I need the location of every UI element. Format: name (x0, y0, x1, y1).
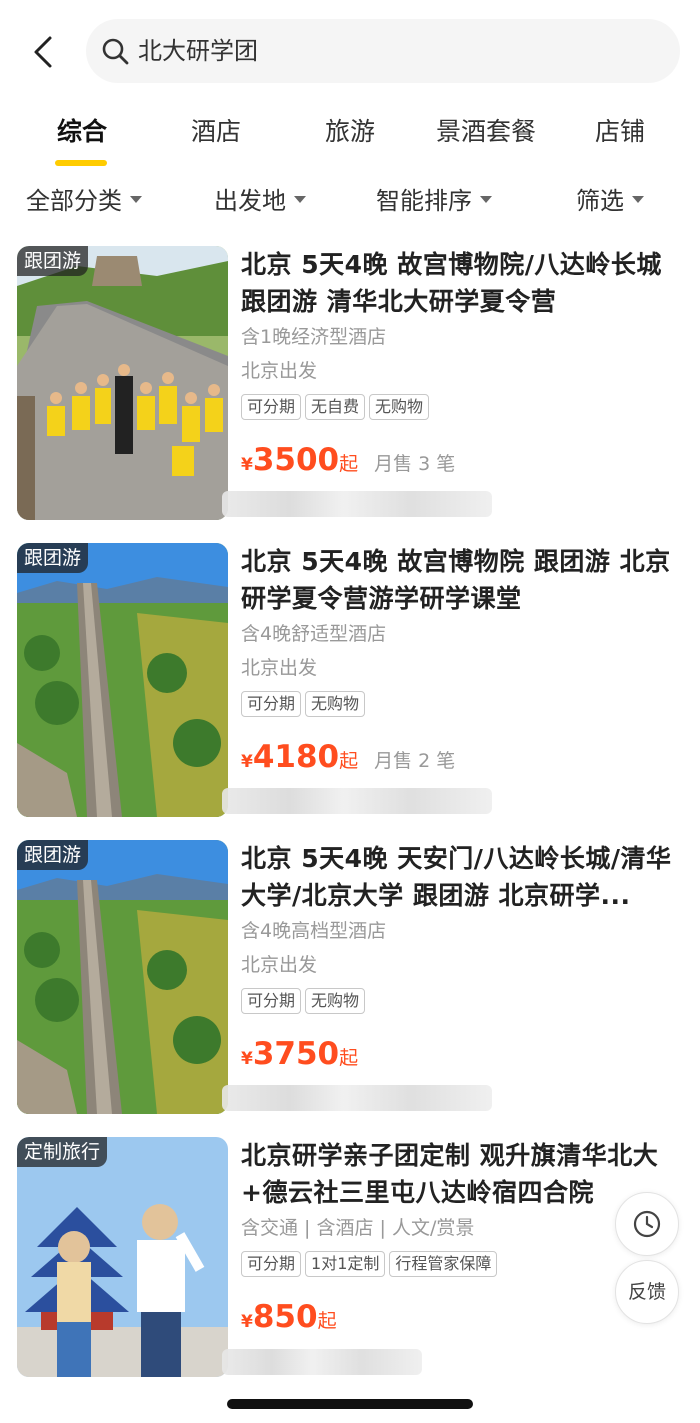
tab-hotel[interactable]: 酒店 (174, 108, 258, 168)
product-departure: 北京出发 (241, 360, 318, 382)
product-card[interactable]: 跟团游 北京 5天4晚 天安门/八达岭长城/清华大学/北京大学 跟团游 北京研学… (0, 840, 700, 1120)
tag-chip: 1对1定制 (305, 1251, 386, 1277)
category-tabs: 综合 酒店 旅游 景酒套餐 店铺 (0, 108, 700, 168)
filter-category[interactable]: 全部分类 (26, 178, 142, 224)
product-tags: 可分期 无自费 无购物 (241, 394, 681, 422)
filter-category-label: 全部分类 (26, 187, 122, 215)
temple-of-heaven-photo (17, 1137, 228, 1377)
price-suffix: 起 (317, 1310, 337, 1332)
tag-chip: 可分期 (241, 988, 302, 1014)
currency-symbol: ¥ (241, 752, 253, 772)
tag-chip: 无购物 (305, 691, 366, 717)
price-row: ¥4180起 月售 2 笔 (241, 739, 455, 783)
price-suffix: 起 (339, 1047, 359, 1069)
tag-chip: 无购物 (305, 988, 366, 1014)
filter-screen-label: 筛选 (576, 187, 624, 215)
price-row: ¥3500起 月售 3 笔 (241, 442, 455, 486)
product-image[interactable]: 跟团游 (17, 246, 228, 520)
filter-departure[interactable]: 出发地 (214, 178, 306, 224)
caret-down-icon (480, 195, 492, 203)
great-wall-group-photo (17, 246, 228, 520)
active-tab-indicator (55, 160, 107, 166)
tag-chip: 无购物 (369, 394, 430, 420)
product-card[interactable]: 跟团游 北京 5天4晚 故宫博物院 跟团游 北京研学夏令营游学研学课堂 含4晚舒… (0, 543, 700, 823)
header: 北大研学团 (0, 0, 700, 100)
product-image[interactable]: 定制旅行 (17, 1137, 228, 1377)
product-title[interactable]: 北京研学亲子团定制 观升旗清华北大+德云社三里屯八达岭宿四合院 (241, 1137, 681, 1211)
product-type-badge: 跟团游 (17, 246, 89, 276)
great-wall-landscape-photo (17, 840, 228, 1114)
price-suffix: 起 (339, 750, 359, 772)
product-price: 3500 (252, 442, 340, 478)
product-info: 北京 5天4晚 故宫博物院 跟团游 北京研学夏令营游学研学课堂 含4晚舒适型酒店… (241, 543, 681, 719)
search-input[interactable]: 北大研学团 (86, 19, 680, 83)
home-indicator (227, 1399, 473, 1409)
product-title[interactable]: 北京 5天4晚 故宫博物院/八达岭长城 跟团游 清华北大研学夏令营 (241, 246, 681, 320)
product-tags: 可分期 无购物 (241, 691, 681, 719)
product-price: 4180 (252, 739, 340, 775)
monthly-sales: 月售 2 笔 (374, 750, 456, 772)
product-type-badge: 跟团游 (17, 840, 89, 870)
filter-sort[interactable]: 智能排序 (376, 178, 492, 224)
product-price: 3750 (252, 1036, 340, 1072)
caret-down-icon (632, 195, 644, 203)
product-title[interactable]: 北京 5天4晚 天安门/八达岭长城/清华大学/北京大学 跟团游 北京研学... (241, 840, 681, 914)
price-row: ¥3750起 (241, 1036, 374, 1080)
product-info: 北京研学亲子团定制 观升旗清华北大+德云社三里屯八达岭宿四合院 含交通 | 含酒… (241, 1137, 681, 1279)
tab-comprehensive[interactable]: 综合 (40, 108, 124, 168)
caret-down-icon (294, 195, 306, 203)
tag-chip: 无自费 (305, 394, 366, 420)
filter-sort-label: 智能排序 (376, 187, 472, 215)
back-arrow-icon (34, 36, 52, 68)
product-image[interactable]: 跟团游 (17, 840, 228, 1114)
product-departure: 北京出发 (241, 657, 318, 679)
filter-screen[interactable]: 筛选 (576, 178, 644, 224)
product-type-badge: 定制旅行 (17, 1137, 108, 1167)
product-card[interactable]: 跟团游 北京 5天4晚 故宫博物院/八达岭长城 跟团游 清华北大研学夏令营 含1… (0, 246, 700, 526)
tag-chip: 可分期 (241, 691, 302, 717)
product-info: 北京 5天4晚 故宫博物院/八达岭长城 跟团游 清华北大研学夏令营 含1晚经济型… (241, 246, 681, 422)
clock-icon (633, 1210, 661, 1238)
blurred-shop-info (222, 1349, 422, 1375)
tab-store[interactable]: 店铺 (578, 108, 662, 168)
product-info: 北京 5天4晚 天安门/八达岭长城/清华大学/北京大学 跟团游 北京研学... … (241, 840, 681, 1016)
currency-symbol: ¥ (241, 455, 253, 475)
product-hotel-info: 含1晚经济型酒店 (241, 326, 387, 348)
feedback-button[interactable]: 反馈 (615, 1260, 679, 1324)
blurred-shop-info (222, 491, 492, 517)
product-price: 850 (252, 1299, 318, 1335)
search-query: 北大研学团 (138, 37, 258, 65)
price-row: ¥850起 (241, 1299, 353, 1343)
history-button[interactable] (615, 1192, 679, 1256)
product-image[interactable]: 跟团游 (17, 543, 228, 817)
blurred-shop-info (222, 788, 492, 814)
product-hotel-info: 含4晚舒适型酒店 (241, 623, 387, 645)
currency-symbol: ¥ (241, 1049, 253, 1069)
filter-departure-label: 出发地 (214, 187, 286, 215)
tag-chip: 行程管家保障 (389, 1251, 498, 1277)
product-tags: 可分期 无购物 (241, 988, 681, 1016)
product-tags: 可分期 1对1定制 行程管家保障 (241, 1251, 681, 1279)
caret-down-icon (130, 195, 142, 203)
search-icon (102, 38, 129, 65)
great-wall-landscape-photo (17, 543, 228, 817)
monthly-sales: 月售 3 笔 (374, 453, 456, 475)
tab-travel[interactable]: 旅游 (308, 108, 392, 168)
product-title[interactable]: 北京 5天4晚 故宫博物院 跟团游 北京研学夏令营游学研学课堂 (241, 543, 681, 617)
price-suffix: 起 (339, 453, 359, 475)
feedback-label: 反馈 (627, 1281, 666, 1303)
blurred-shop-info (222, 1085, 492, 1111)
back-button[interactable] (22, 30, 66, 74)
filter-bar: 全部分类 出发地 智能排序 筛选 (0, 178, 700, 224)
tag-chip: 可分期 (241, 394, 302, 420)
product-departure: 北京出发 (241, 954, 318, 976)
product-type-badge: 跟团游 (17, 543, 89, 573)
product-card[interactable]: 定制旅行 北京研学亲子团定制 观升旗清华北大+德云社三里屯八达岭宿四合院 含交通… (0, 1137, 700, 1417)
currency-symbol: ¥ (241, 1312, 253, 1332)
tag-chip: 可分期 (241, 1251, 302, 1277)
tab-scenic-hotel-package[interactable]: 景酒套餐 (426, 108, 546, 168)
product-hotel-info: 含4晚高档型酒店 (241, 920, 387, 942)
